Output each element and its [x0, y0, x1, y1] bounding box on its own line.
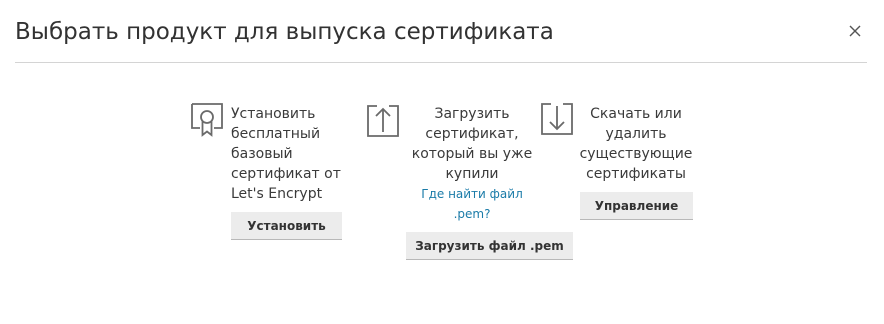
upload-icon: [366, 102, 400, 138]
close-button[interactable]: [844, 20, 866, 42]
upload-pem-button[interactable]: Загрузить файл .pem: [406, 232, 573, 260]
where-to-find-pem-link[interactable]: Где найти файл .pem?: [404, 184, 540, 224]
option-description: Загрузить сертификат, который вы уже куп…: [411, 106, 533, 182]
option-description: Установить бесплатный базовый сертификат…: [231, 106, 341, 202]
install-button[interactable]: Установить: [231, 212, 342, 240]
certificate-icon: [190, 102, 224, 138]
manage-button[interactable]: Управление: [580, 192, 693, 220]
close-icon: [844, 20, 866, 42]
header-divider: [15, 62, 867, 63]
option-description: Скачать или удалить существующие сертифи…: [579, 106, 693, 182]
dialog-title: Выбрать продукт для выпуска сертификата: [15, 19, 554, 45]
download-icon: [540, 102, 574, 138]
